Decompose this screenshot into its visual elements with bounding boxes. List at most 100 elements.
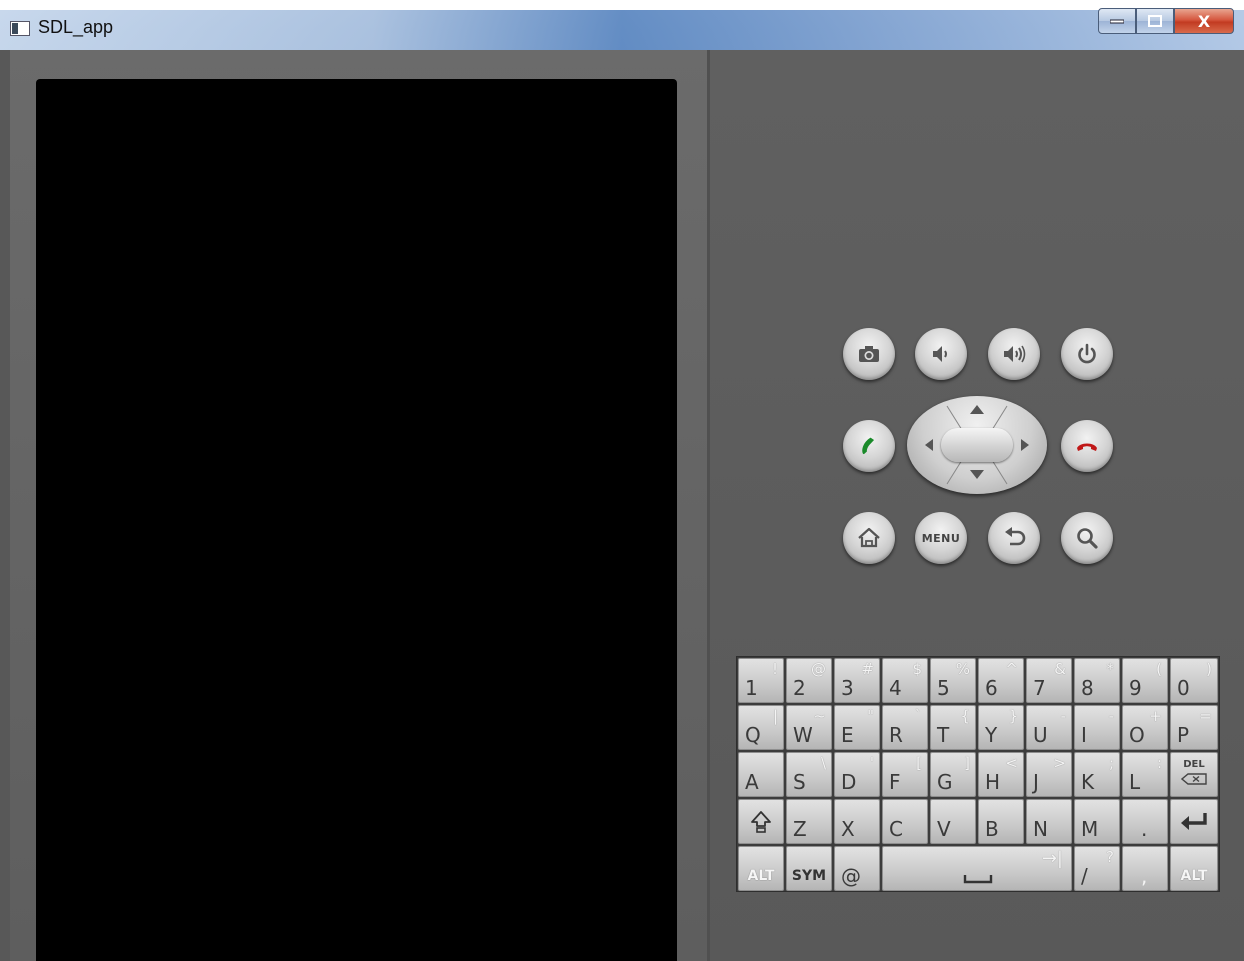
call-button[interactable]	[843, 420, 895, 472]
key-alt-left[interactable]: ALT	[738, 846, 784, 891]
minimize-button[interactable]	[1098, 8, 1136, 34]
key-shift[interactable]	[738, 799, 784, 844]
key-8[interactable]: 8 *	[1074, 658, 1120, 703]
key-alt-label: '	[869, 754, 874, 772]
key-enter[interactable]	[1170, 799, 1218, 844]
del-label: DEL	[1183, 759, 1205, 770]
key-alt-label: $	[912, 660, 922, 678]
key-d[interactable]: D '	[834, 752, 880, 797]
key-k[interactable]: K;	[1074, 752, 1120, 797]
key-alt-label: ?	[1106, 848, 1114, 866]
key-0[interactable]: 0)	[1170, 658, 1218, 703]
key-4[interactable]: 4 $	[882, 658, 928, 703]
key-comma[interactable]: ,	[1122, 846, 1168, 891]
key-alt-label: -	[1108, 707, 1114, 725]
key-w[interactable]: W ~	[786, 705, 832, 750]
minimize-icon	[1110, 19, 1124, 24]
key-h[interactable]: H <	[978, 752, 1024, 797]
titlebar-glass	[0, 10, 1244, 50]
back-button[interactable]	[988, 512, 1040, 564]
key-alt-label: #	[861, 660, 874, 678]
key-m[interactable]: M	[1074, 799, 1120, 844]
key-9[interactable]: 9(	[1122, 658, 1168, 703]
key-1[interactable]: 1!	[738, 658, 784, 703]
key-b[interactable]: B	[978, 799, 1024, 844]
key-r[interactable]: R `	[882, 705, 928, 750]
key-7[interactable]: 7 &	[1026, 658, 1072, 703]
maximize-button[interactable]	[1136, 8, 1174, 34]
key-main-label: 0	[1177, 676, 1190, 700]
key-del[interactable]: DEL	[1170, 752, 1218, 797]
home-button[interactable]	[843, 512, 895, 564]
key-period[interactable]: .	[1122, 799, 1168, 844]
key-main-label: R	[889, 723, 903, 747]
key-e[interactable]: E "	[834, 705, 880, 750]
end-call-button[interactable]	[1061, 420, 1113, 472]
enter-wrap	[1171, 800, 1217, 843]
key-y[interactable]: Y}	[978, 705, 1024, 750]
key-main-label: B	[985, 817, 999, 841]
camera-button[interactable]	[843, 328, 895, 380]
key-at[interactable]: @	[834, 846, 880, 891]
key-g[interactable]: G]	[930, 752, 976, 797]
volume-up-button[interactable]	[988, 328, 1040, 380]
key-alt-label: ~	[813, 707, 826, 725]
key-alt-label: {	[960, 707, 970, 725]
key-5[interactable]: 5%	[930, 658, 976, 703]
key-main-label: 1	[745, 676, 758, 700]
volume-down-button[interactable]	[915, 328, 967, 380]
volume-down-icon	[933, 346, 947, 362]
key-alt-right[interactable]: ALT	[1170, 846, 1218, 891]
key-main-label: D	[841, 770, 857, 794]
key-alt-label: +	[1149, 707, 1162, 725]
key-alt-label: ;	[1108, 754, 1114, 772]
key-slash[interactable]: /?	[1074, 846, 1120, 891]
key-q[interactable]: Q |	[738, 705, 784, 750]
key-main-label: O	[1129, 723, 1145, 747]
key-a[interactable]: A	[738, 752, 784, 797]
key-6[interactable]: 6 ^	[978, 658, 1024, 703]
key-main-label: 8	[1081, 676, 1094, 700]
key-j[interactable]: J >	[1026, 752, 1072, 797]
key-f[interactable]: F[	[882, 752, 928, 797]
key-main-label: Z	[793, 817, 807, 841]
key-alt-label: !	[771, 660, 778, 678]
close-button[interactable]: X	[1174, 8, 1234, 34]
power-button[interactable]	[1061, 328, 1113, 380]
device-screen[interactable]	[36, 79, 677, 961]
dpad-right-button[interactable]	[1013, 426, 1047, 464]
key-x[interactable]: X	[834, 799, 880, 844]
key-t[interactable]: T{	[930, 705, 976, 750]
key-i[interactable]: I-	[1074, 705, 1120, 750]
key-o[interactable]: O +	[1122, 705, 1168, 750]
search-button[interactable]	[1061, 512, 1113, 564]
key-v[interactable]: V	[930, 799, 976, 844]
key-c[interactable]: C	[882, 799, 928, 844]
key-n[interactable]: N	[1026, 799, 1072, 844]
dpad-up-button[interactable]	[952, 396, 1002, 426]
key-3[interactable]: 3 #	[834, 658, 880, 703]
key-space[interactable]: →|	[882, 846, 1072, 891]
key-p[interactable]: P =	[1170, 705, 1218, 750]
key-main-label: Y	[985, 723, 998, 747]
key-alt-label: :	[1156, 754, 1162, 772]
menu-button[interactable]: MENU	[915, 512, 967, 564]
dpad-left-button[interactable]	[907, 426, 941, 464]
key-alt-label: [	[916, 754, 922, 772]
key-u[interactable]: U-	[1026, 705, 1072, 750]
key-alt-label: =	[1199, 707, 1212, 725]
key-main-label: N	[1033, 817, 1048, 841]
key-z[interactable]: Z	[786, 799, 832, 844]
key-alt-label: %	[955, 660, 970, 678]
dpad-down-button[interactable]	[952, 464, 1002, 494]
key-2[interactable]: 2 @	[786, 658, 832, 703]
key-l[interactable]: L:	[1122, 752, 1168, 797]
key-main-label: A	[745, 770, 759, 794]
key-main-label: J	[1033, 770, 1039, 794]
key-main-label: 4	[889, 676, 902, 700]
del-icon: DEL	[1180, 759, 1207, 789]
key-sym[interactable]: SYM	[786, 846, 832, 891]
dpad-center-button[interactable]	[941, 428, 1013, 462]
shift-icon	[751, 810, 771, 833]
key-s[interactable]: S \	[786, 752, 832, 797]
